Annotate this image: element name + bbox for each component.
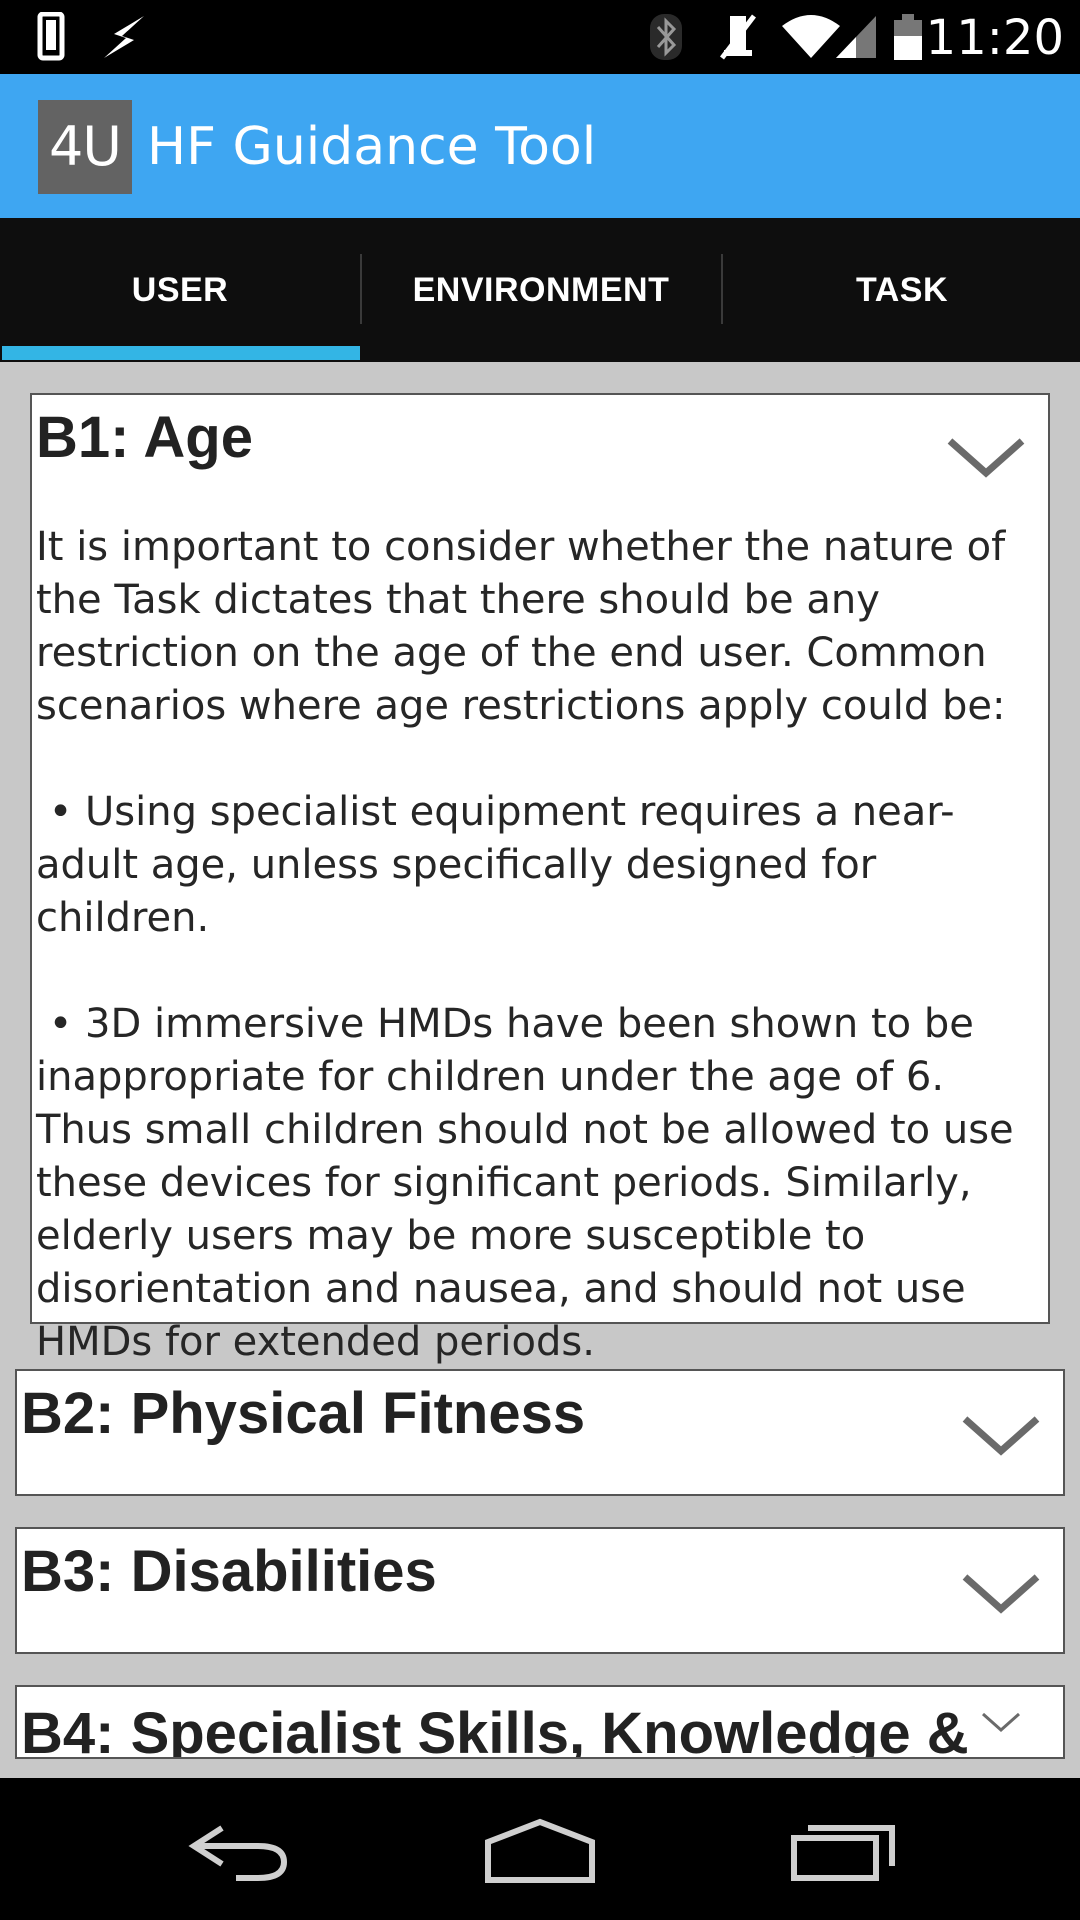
guidance-list[interactable]: B1: Age It is important to consider whet… (0, 362, 1080, 1778)
section-card-physical-fitness[interactable]: B2: Physical Fitness (15, 1369, 1065, 1496)
chevron-down-icon[interactable] (946, 435, 1026, 479)
home-icon[interactable] (484, 1808, 596, 1890)
tab-label: ENVIRONMENT (412, 270, 670, 309)
app-screen: 11:20 4U HF Guidance Tool USER ENVIRONME… (0, 0, 1080, 1920)
section-card-age[interactable]: B1: Age It is important to consider whet… (30, 393, 1050, 1365)
wifi-icon (782, 15, 840, 58)
section-title: B3: Disabilities (21, 1539, 437, 1604)
charging-icon (104, 16, 144, 58)
selected-tab-indicator (2, 346, 360, 360)
mute-icon (720, 14, 756, 60)
recent-apps-icon[interactable] (788, 1808, 900, 1890)
section-title: B1: Age (36, 405, 253, 470)
signal-icon (836, 16, 876, 58)
back-icon[interactable] (186, 1808, 292, 1890)
navigation-bar (0, 1778, 1080, 1920)
tab-user[interactable]: USER (0, 218, 360, 362)
section-card-specialist-skills[interactable]: B4: Specialist Skills, Knowledge & (15, 1685, 1065, 1759)
section-body: It is important to consider whether the … (36, 524, 1014, 1365)
action-bar: 4U HF Guidance Tool (0, 74, 1080, 218)
chevron-down-icon[interactable] (981, 1711, 1021, 1733)
app-title: HF Guidance Tool (147, 117, 597, 177)
app-logo[interactable]: 4U (38, 100, 132, 194)
phone-icon (37, 12, 65, 61)
status-bar: 11:20 (0, 0, 1080, 74)
section-card-disabilities[interactable]: B3: Disabilities (15, 1527, 1065, 1654)
status-time: 11:20 (925, 10, 1064, 66)
tab-environment[interactable]: ENVIRONMENT (361, 218, 721, 362)
section-title: B4: Specialist Skills, Knowledge & (21, 1701, 969, 1759)
section-title: B2: Physical Fitness (21, 1381, 586, 1446)
tab-label: TASK (855, 270, 949, 309)
chevron-down-icon[interactable] (961, 1571, 1041, 1615)
bluetooth-icon (650, 14, 682, 60)
tab-label: USER (131, 270, 229, 309)
tab-task[interactable]: TASK (722, 218, 1080, 362)
chevron-down-icon[interactable] (961, 1413, 1041, 1457)
tab-bar: USER ENVIRONMENT TASK (0, 218, 1080, 362)
battery-icon (894, 14, 922, 60)
